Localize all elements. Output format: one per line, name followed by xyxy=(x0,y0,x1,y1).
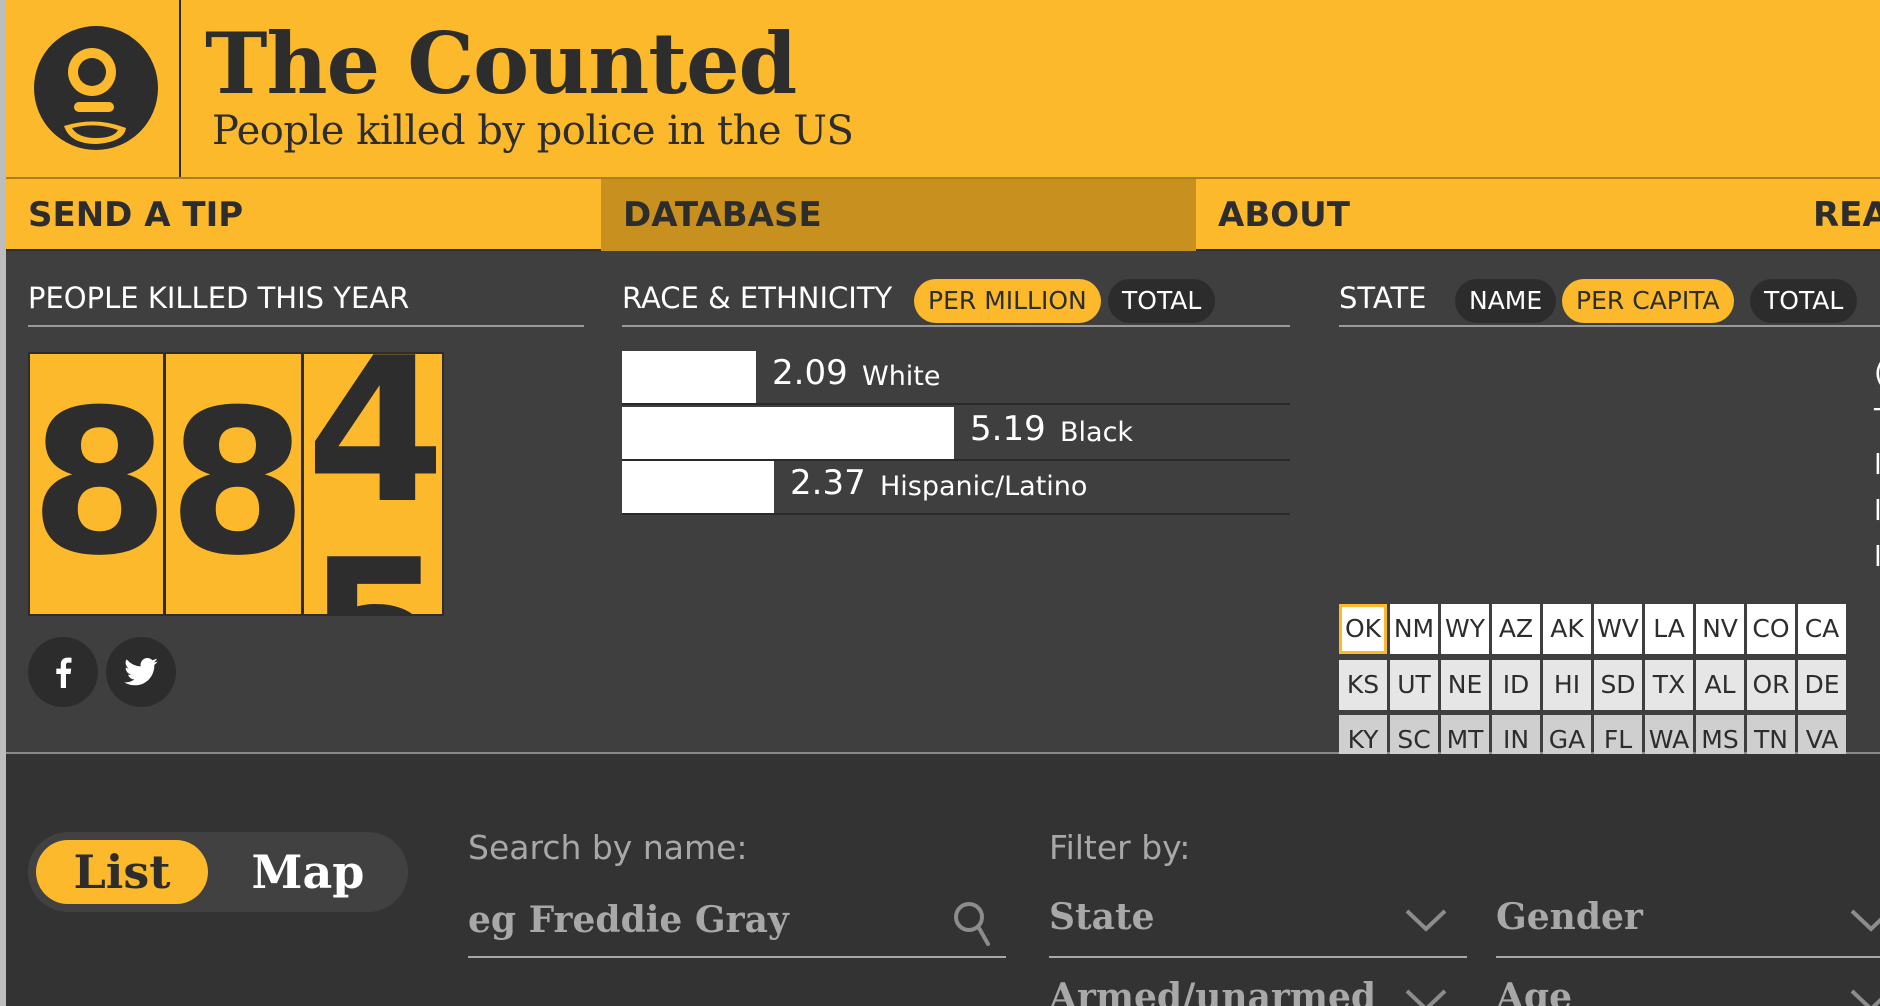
counter-label: PEOPLE KILLED THIS YEAR xyxy=(28,281,410,315)
nav-about[interactable]: ABOUT xyxy=(1196,179,1791,251)
state-total-toggle[interactable]: TOTAL xyxy=(1750,279,1858,323)
counter-digit: 8 xyxy=(168,354,304,614)
race-label: RACE & ETHNICITY xyxy=(622,281,893,315)
race-bar-hispanic xyxy=(622,461,774,513)
counter-digit-text: 8 xyxy=(168,367,304,600)
armed-filter-value: Armed/unarmed xyxy=(1049,976,1377,1006)
race-value: 2.37 xyxy=(790,463,866,503)
guardian-g-icon xyxy=(34,26,158,150)
race-row: 2.37 Hispanic/Latino xyxy=(622,461,1290,515)
map-view-button[interactable]: Map xyxy=(218,840,398,904)
race-value: 5.19 xyxy=(970,409,1046,449)
list-view-button[interactable]: List xyxy=(36,840,208,904)
counter-header: PEOPLE KILLED THIS YEAR xyxy=(28,279,584,327)
view-toggle: List Map xyxy=(28,832,408,912)
state-cell-la[interactable]: LA xyxy=(1645,604,1693,654)
state-cell-tx[interactable]: TX xyxy=(1645,659,1693,710)
nav-read[interactable]: REAI xyxy=(1791,179,1880,251)
state-cell-ok[interactable]: OK xyxy=(1339,604,1387,654)
search-field xyxy=(468,884,1006,958)
gender-filter-value: Gender xyxy=(1496,896,1643,938)
race-row: 5.19 Black xyxy=(622,407,1290,461)
race-bar-black xyxy=(622,407,954,459)
race-value: 2.09 xyxy=(772,353,848,393)
facebook-share-button[interactable] xyxy=(28,637,98,707)
chevron-down-icon xyxy=(1850,909,1880,932)
state-cell-nv[interactable]: NV xyxy=(1696,604,1744,654)
main-nav: SEND A TIP DATABASE ABOUT REAI xyxy=(6,177,1880,251)
filter-label: Filter by: xyxy=(1049,828,1191,867)
search-label: Search by name: xyxy=(468,828,748,867)
stats-panel: PEOPLE KILLED THIS YEAR 8 8 4 5 xyxy=(6,251,1880,932)
state-cell-az[interactable]: AZ xyxy=(1492,604,1540,654)
state-cell-al[interactable]: AL xyxy=(1696,659,1744,710)
age-filter-select[interactable]: Age xyxy=(1496,964,1880,1006)
people-killed-counter: 8 8 4 5 xyxy=(28,352,444,616)
race-name: Black xyxy=(1060,417,1134,448)
armed-filter-select[interactable]: Armed/unarmed xyxy=(1049,964,1467,1006)
gender-filter-select[interactable]: Gender xyxy=(1496,884,1880,958)
counter-digit: 8 xyxy=(30,354,166,614)
nav-send-a-tip[interactable]: SEND A TIP xyxy=(6,179,601,251)
state-list-edge-char: ( xyxy=(1874,356,1880,389)
race-name: Hispanic/Latino xyxy=(880,471,1088,502)
twitter-share-button[interactable] xyxy=(106,637,176,707)
chevron-down-icon xyxy=(1850,989,1880,1006)
counter-digit-rolling: 4 5 xyxy=(306,354,442,614)
state-list-edge-char: T xyxy=(1874,402,1880,435)
state-list-edge-char: l xyxy=(1874,494,1880,527)
nav-database[interactable]: DATABASE xyxy=(601,179,1196,251)
site-header: The Counted People killed by police in t… xyxy=(6,0,1880,177)
state-cell-wy[interactable]: WY xyxy=(1441,604,1489,654)
state-cell-co[interactable]: CO xyxy=(1747,604,1795,654)
race-name: White xyxy=(862,361,941,392)
state-cell-wv[interactable]: WV xyxy=(1594,604,1642,654)
state-cell-sd[interactable]: SD xyxy=(1594,659,1642,710)
facebook-icon xyxy=(56,657,72,688)
guardian-logo[interactable] xyxy=(6,0,181,177)
race-per-million-toggle[interactable]: PER MILLION xyxy=(914,279,1101,323)
state-list-edge-char: l xyxy=(1874,448,1880,481)
state-cell-de[interactable]: DE xyxy=(1798,659,1846,710)
page-title: The Counted xyxy=(205,14,797,113)
page-subtitle: People killed by police in the US xyxy=(212,108,854,154)
page: The Counted People killed by police in t… xyxy=(6,0,1880,1006)
state-name-toggle[interactable]: NAME xyxy=(1455,279,1557,323)
state-per-capita-toggle[interactable]: PER CAPITA xyxy=(1562,279,1734,323)
state-cell-nm[interactable]: NM xyxy=(1390,604,1438,654)
state-cell-ca[interactable]: CA xyxy=(1798,604,1846,654)
state-cell-ks[interactable]: KS xyxy=(1339,659,1387,710)
counter-next-digit: 5 xyxy=(306,504,442,614)
database-controls: List Map Search by name: Filter by: Stat… xyxy=(6,754,1880,1006)
state-cell-ut[interactable]: UT xyxy=(1390,659,1438,710)
state-cell-id[interactable]: ID xyxy=(1492,659,1540,710)
chevron-down-icon xyxy=(1405,989,1447,1006)
race-bar-white xyxy=(622,351,756,403)
search-icon[interactable] xyxy=(952,900,992,946)
counter-digit-text: 8 xyxy=(30,367,166,600)
state-cell-or[interactable]: OR xyxy=(1747,659,1795,710)
state-cell-ak[interactable]: AK xyxy=(1543,604,1591,654)
state-list-edge-char: l xyxy=(1874,540,1880,573)
age-filter-value: Age xyxy=(1496,976,1573,1006)
state-header: STATE NAME PER CAPITA TOTAL xyxy=(1339,279,1880,327)
race-total-toggle[interactable]: TOTAL xyxy=(1108,279,1216,323)
twitter-icon xyxy=(124,658,158,686)
race-row: 2.09 White xyxy=(622,351,1290,405)
state-cell-hi[interactable]: HI xyxy=(1543,659,1591,710)
state-cell-ne[interactable]: NE xyxy=(1441,659,1489,710)
race-header: RACE & ETHNICITY PER MILLION TOTAL xyxy=(622,279,1290,327)
state-label: STATE xyxy=(1339,281,1427,315)
search-input[interactable] xyxy=(468,892,948,948)
chevron-down-icon xyxy=(1405,909,1447,932)
state-filter-value: State xyxy=(1049,896,1155,938)
state-filter-select[interactable]: State xyxy=(1049,884,1467,958)
